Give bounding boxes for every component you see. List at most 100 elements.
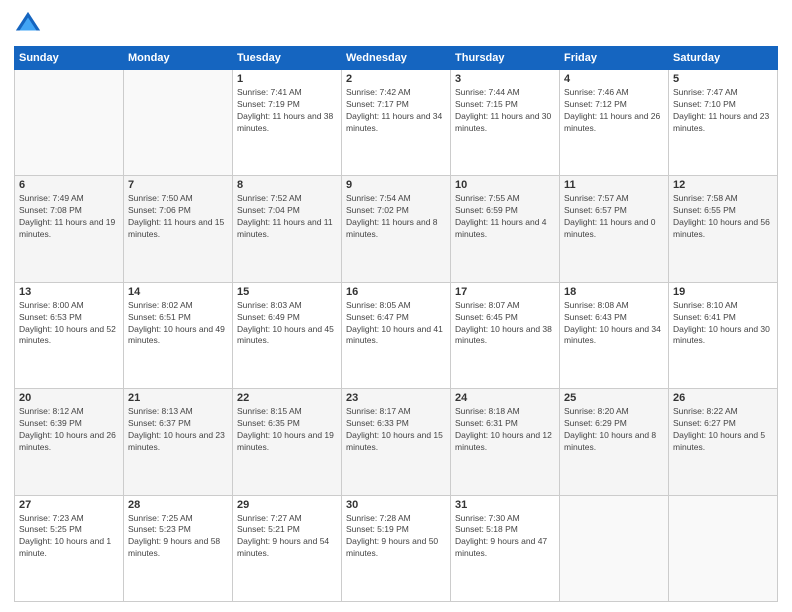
day-number: 16 xyxy=(346,286,446,298)
calendar-week-row: 13 Sunrise: 8:00 AMSunset: 6:53 PMDayligh… xyxy=(15,282,778,388)
day-number: 9 xyxy=(346,179,446,191)
calendar-week-row: 6 Sunrise: 7:49 AMSunset: 7:08 PMDaylight… xyxy=(15,176,778,282)
calendar-cell: 10Sunrise: 7:55 AMSunset: 6:59 PMDayligh… xyxy=(451,176,560,282)
calendar-cell: 24 Sunrise: 8:18 AMSunset: 6:31 PMDayligh… xyxy=(451,389,560,495)
calendar-cell: 20 Sunrise: 8:12 AMSunset: 6:39 PMDayligh… xyxy=(15,389,124,495)
day-info: Sunrise: 8:18 AMSunset: 6:31 PMDaylight:… xyxy=(455,406,555,454)
day-info: Sunrise: 8:02 AMSunset: 6:51 PMDaylight:… xyxy=(128,300,228,348)
day-header-friday: Friday xyxy=(560,47,669,70)
day-info: Sunrise: 7:25 AMSunset: 5:23 PMDaylight:… xyxy=(128,513,228,561)
day-info: Sunrise: 7:42 AMSunset: 7:17 PMDaylight:… xyxy=(346,87,446,135)
calendar-cell: 22 Sunrise: 8:15 AMSunset: 6:35 PMDayligh… xyxy=(233,389,342,495)
calendar-cell: 21Sunrise: 8:13 AMSunset: 6:37 PMDayligh… xyxy=(124,389,233,495)
day-number: 28 xyxy=(128,499,228,511)
calendar-cell xyxy=(669,495,778,601)
day-info: Sunrise: 8:15 AMSunset: 6:35 PMDaylight:… xyxy=(237,406,337,454)
calendar-week-row: 20 Sunrise: 8:12 AMSunset: 6:39 PMDayligh… xyxy=(15,389,778,495)
day-header-thursday: Thursday xyxy=(451,47,560,70)
calendar-cell: 28 Sunrise: 7:25 AMSunset: 5:23 PMDayligh… xyxy=(124,495,233,601)
calendar-cell: 19 Sunrise: 8:10 AMSunset: 6:41 PMDayligh… xyxy=(669,282,778,388)
calendar-cell: 17Sunrise: 8:07 AMSunset: 6:45 PMDayligh… xyxy=(451,282,560,388)
day-number: 24 xyxy=(455,392,555,404)
day-header-saturday: Saturday xyxy=(669,47,778,70)
day-info: Sunrise: 8:05 AMSunset: 6:47 PMDaylight:… xyxy=(346,300,446,348)
day-header-monday: Monday xyxy=(124,47,233,70)
day-info: Sunrise: 7:57 AMSunset: 6:57 PMDaylight:… xyxy=(564,193,664,241)
day-header-tuesday: Tuesday xyxy=(233,47,342,70)
calendar-cell: 31 Sunrise: 7:30 AMSunset: 5:18 PMDayligh… xyxy=(451,495,560,601)
calendar-cell: 3 Sunrise: 7:44 AMSunset: 7:15 PMDaylight… xyxy=(451,70,560,176)
calendar-cell: 15 Sunrise: 8:03 AMSunset: 6:49 PMDayligh… xyxy=(233,282,342,388)
day-info: Sunrise: 8:10 AMSunset: 6:41 PMDaylight:… xyxy=(673,300,773,348)
day-number: 26 xyxy=(673,392,773,404)
calendar-cell xyxy=(560,495,669,601)
calendar-cell: 27Sunrise: 7:23 AMSunset: 5:25 PMDayligh… xyxy=(15,495,124,601)
day-info: Sunrise: 8:20 AMSunset: 6:29 PMDaylight:… xyxy=(564,406,664,454)
day-number: 13 xyxy=(19,286,119,298)
header xyxy=(14,10,778,38)
calendar-week-row: 1 Sunrise: 7:41 AMSunset: 7:19 PMDaylight… xyxy=(15,70,778,176)
calendar-cell: 11 Sunrise: 7:57 AMSunset: 6:57 PMDayligh… xyxy=(560,176,669,282)
day-number: 14 xyxy=(128,286,228,298)
calendar-cell: 18 Sunrise: 8:08 AMSunset: 6:43 PMDayligh… xyxy=(560,282,669,388)
day-header-wednesday: Wednesday xyxy=(342,47,451,70)
day-info: Sunrise: 7:23 AMSunset: 5:25 PMDaylight:… xyxy=(19,513,119,561)
day-number: 12 xyxy=(673,179,773,191)
day-number: 19 xyxy=(673,286,773,298)
calendar-week-row: 27Sunrise: 7:23 AMSunset: 5:25 PMDayligh… xyxy=(15,495,778,601)
day-info: Sunrise: 7:50 AMSunset: 7:06 PMDaylight:… xyxy=(128,193,228,241)
calendar-cell: 26 Sunrise: 8:22 AMSunset: 6:27 PMDayligh… xyxy=(669,389,778,495)
day-number: 1 xyxy=(237,73,337,85)
calendar-cell: 4 Sunrise: 7:46 AMSunset: 7:12 PMDaylight… xyxy=(560,70,669,176)
day-info: Sunrise: 8:13 AMSunset: 6:37 PMDaylight:… xyxy=(128,406,228,454)
day-number: 18 xyxy=(564,286,664,298)
calendar-cell: 30 Sunrise: 7:28 AMSunset: 5:19 PMDayligh… xyxy=(342,495,451,601)
day-info: Sunrise: 7:28 AMSunset: 5:19 PMDaylight:… xyxy=(346,513,446,561)
day-info: Sunrise: 7:47 AMSunset: 7:10 PMDaylight:… xyxy=(673,87,773,135)
calendar-cell: 29 Sunrise: 7:27 AMSunset: 5:21 PMDayligh… xyxy=(233,495,342,601)
calendar-cell xyxy=(124,70,233,176)
day-info: Sunrise: 7:30 AMSunset: 5:18 PMDaylight:… xyxy=(455,513,555,561)
day-info: Sunrise: 7:41 AMSunset: 7:19 PMDaylight:… xyxy=(237,87,337,135)
calendar-cell: 7 Sunrise: 7:50 AMSunset: 7:06 PMDaylight… xyxy=(124,176,233,282)
day-number: 31 xyxy=(455,499,555,511)
calendar-cell: 25 Sunrise: 8:20 AMSunset: 6:29 PMDayligh… xyxy=(560,389,669,495)
day-number: 3 xyxy=(455,73,555,85)
day-info: Sunrise: 7:46 AMSunset: 7:12 PMDaylight:… xyxy=(564,87,664,135)
day-number: 25 xyxy=(564,392,664,404)
day-number: 29 xyxy=(237,499,337,511)
day-number: 30 xyxy=(346,499,446,511)
calendar-cell: 8 Sunrise: 7:52 AMSunset: 7:04 PMDaylight… xyxy=(233,176,342,282)
day-number: 15 xyxy=(237,286,337,298)
day-number: 6 xyxy=(19,179,119,191)
calendar-cell: 12Sunrise: 7:58 AMSunset: 6:55 PMDayligh… xyxy=(669,176,778,282)
calendar-cell: 9Sunrise: 7:54 AMSunset: 7:02 PMDaylight… xyxy=(342,176,451,282)
day-number: 20 xyxy=(19,392,119,404)
day-number: 7 xyxy=(128,179,228,191)
day-info: Sunrise: 8:00 AMSunset: 6:53 PMDaylight:… xyxy=(19,300,119,348)
day-info: Sunrise: 8:22 AMSunset: 6:27 PMDaylight:… xyxy=(673,406,773,454)
day-info: Sunrise: 8:03 AMSunset: 6:49 PMDaylight:… xyxy=(237,300,337,348)
day-info: Sunrise: 7:52 AMSunset: 7:04 PMDaylight:… xyxy=(237,193,337,241)
day-header-sunday: Sunday xyxy=(15,47,124,70)
logo-icon xyxy=(14,10,42,38)
day-info: Sunrise: 7:27 AMSunset: 5:21 PMDaylight:… xyxy=(237,513,337,561)
page: SundayMondayTuesdayWednesdayThursdayFrid… xyxy=(0,0,792,612)
day-number: 5 xyxy=(673,73,773,85)
day-number: 10 xyxy=(455,179,555,191)
day-number: 4 xyxy=(564,73,664,85)
calendar-header-row: SundayMondayTuesdayWednesdayThursdayFrid… xyxy=(15,47,778,70)
day-info: Sunrise: 7:49 AMSunset: 7:08 PMDaylight:… xyxy=(19,193,119,241)
day-number: 22 xyxy=(237,392,337,404)
day-info: Sunrise: 8:08 AMSunset: 6:43 PMDaylight:… xyxy=(564,300,664,348)
day-info: Sunrise: 8:17 AMSunset: 6:33 PMDaylight:… xyxy=(346,406,446,454)
day-number: 23 xyxy=(346,392,446,404)
calendar: SundayMondayTuesdayWednesdayThursdayFrid… xyxy=(14,46,778,602)
day-number: 8 xyxy=(237,179,337,191)
day-info: Sunrise: 8:12 AMSunset: 6:39 PMDaylight:… xyxy=(19,406,119,454)
calendar-cell: 5 Sunrise: 7:47 AMSunset: 7:10 PMDaylight… xyxy=(669,70,778,176)
calendar-cell: 16 Sunrise: 8:05 AMSunset: 6:47 PMDayligh… xyxy=(342,282,451,388)
day-info: Sunrise: 7:44 AMSunset: 7:15 PMDaylight:… xyxy=(455,87,555,135)
day-number: 11 xyxy=(564,179,664,191)
logo-area xyxy=(14,10,44,38)
